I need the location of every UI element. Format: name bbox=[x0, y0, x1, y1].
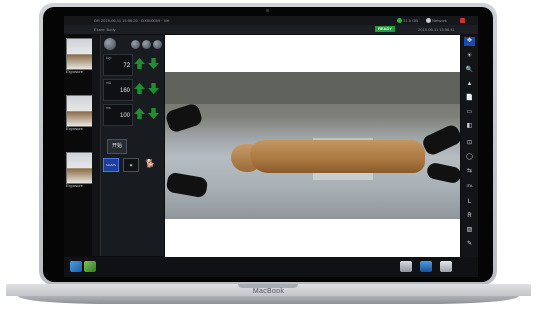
start-button[interactable]: 开始 bbox=[107, 139, 127, 154]
pen-tool-icon[interactable]: ✎ bbox=[464, 240, 475, 249]
kvp-up-arrow-icon[interactable] bbox=[134, 58, 145, 69]
network-indicator: Network bbox=[426, 16, 447, 25]
kvp-value: 72 bbox=[123, 63, 130, 69]
thumbnail-3-label: Exposure bbox=[66, 183, 83, 188]
kvp-label: kvp bbox=[106, 56, 112, 60]
dog-body bbox=[250, 140, 425, 173]
camera-image bbox=[164, 72, 464, 219]
mode-ma-ms-button[interactable]: MA/MS bbox=[103, 158, 119, 172]
hand-left-upper bbox=[164, 102, 204, 134]
ready-badge: READY bbox=[375, 26, 396, 32]
export-icon[interactable] bbox=[440, 261, 452, 272]
base-bottom bbox=[18, 296, 519, 304]
brand-label: MacBook bbox=[252, 288, 285, 295]
thumbnail-2-label: Exposure bbox=[66, 126, 83, 131]
thumbnail-list: Exposure Exposure Exposure bbox=[64, 35, 94, 256]
close-icon[interactable] bbox=[460, 18, 465, 23]
thumbnail-scrollbar[interactable] bbox=[92, 35, 101, 256]
option-button-2[interactable] bbox=[142, 40, 151, 49]
ma-up-arrow-icon[interactable] bbox=[134, 83, 145, 94]
tool-palette: ✥ ☀ 🔍 ▲ 📄 ▭ ◧ ⊡ ◯ ⇆ ITA L R ▧ ✎ bbox=[461, 35, 478, 257]
storage-icon bbox=[397, 18, 402, 24]
thumbnail-2[interactable] bbox=[66, 95, 94, 127]
ma-down-arrow-icon[interactable] bbox=[148, 83, 159, 94]
webcam bbox=[266, 9, 269, 12]
hand-left-lower bbox=[165, 171, 209, 199]
measure-tool-icon[interactable]: ▲ bbox=[464, 80, 475, 89]
flip-tool-icon[interactable]: ⇆ bbox=[464, 167, 475, 176]
hand-right-upper bbox=[420, 122, 464, 158]
move-tool-icon[interactable]: ✥ bbox=[464, 37, 475, 46]
ms-up-arrow-icon[interactable] bbox=[134, 108, 145, 119]
zoom-tool-icon[interactable]: 🔍 bbox=[464, 66, 475, 75]
ma-value: 160 bbox=[119, 88, 130, 94]
annotation-tool-icon[interactable]: ▧ bbox=[464, 226, 475, 235]
patient-list-icon[interactable] bbox=[70, 261, 82, 272]
exam-label: Exam: Body bbox=[94, 27, 116, 32]
study-icon[interactable] bbox=[84, 261, 96, 272]
brightness-tool-icon[interactable]: ☀ bbox=[464, 52, 475, 61]
storage-indicator: 31.5 GB bbox=[397, 16, 418, 25]
image-viewport[interactable] bbox=[164, 35, 464, 257]
ms-label: ms bbox=[106, 106, 111, 110]
network-icon bbox=[426, 18, 431, 24]
ms-down-arrow-icon[interactable] bbox=[148, 108, 159, 119]
ms-value: 100 bbox=[119, 113, 130, 119]
invert-tool-icon[interactable]: ◧ bbox=[464, 122, 475, 131]
option-button-1[interactable] bbox=[131, 40, 140, 49]
power-button[interactable] bbox=[104, 38, 116, 50]
thumbnail-1-label: Exposure bbox=[66, 69, 83, 74]
mode-frame-button[interactable]: ▣ bbox=[123, 158, 139, 172]
status-line-1: DR 2019-06-11 15:56:26 · DX000009 · Vet bbox=[94, 18, 170, 23]
ma-label: mA bbox=[106, 81, 112, 85]
dog-icon[interactable]: 🐕 bbox=[143, 158, 157, 170]
thumbnail-3[interactable] bbox=[66, 152, 94, 184]
bottom-toolbar bbox=[64, 257, 478, 277]
kvp-down-arrow-icon[interactable] bbox=[148, 58, 159, 69]
exam-bar: Exam: Body 2019-06-11 15:56:41 bbox=[64, 25, 478, 34]
ellipse-tool-icon[interactable]: ◯ bbox=[464, 153, 475, 162]
document-tool-icon[interactable]: 📄 bbox=[464, 94, 475, 103]
tta-tool-icon[interactable]: ITA bbox=[464, 181, 475, 190]
wall-region bbox=[165, 72, 460, 104]
ms-display: ms 100 bbox=[103, 104, 133, 126]
clock: 2019-06-11 15:56:41 bbox=[418, 27, 455, 32]
option-button-3[interactable] bbox=[153, 40, 162, 49]
kvp-display: kvp 72 bbox=[103, 54, 133, 76]
thumbnail-1[interactable] bbox=[66, 38, 94, 70]
app-screen: DR 2019-06-11 15:56:26 · DX000009 · Vet … bbox=[64, 16, 478, 277]
left-marker-icon[interactable]: L bbox=[464, 198, 475, 207]
window-tool-icon[interactable]: ▭ bbox=[464, 108, 475, 117]
print-icon[interactable] bbox=[400, 261, 412, 272]
ma-display: mA 160 bbox=[103, 79, 133, 101]
hand-right-lower bbox=[425, 161, 463, 185]
monitor-icon[interactable] bbox=[420, 261, 432, 272]
right-marker-icon[interactable]: R bbox=[464, 212, 475, 221]
exposure-panel: kvp 72 mA 160 ms 100 开始 MA/MS ▣ 🐕 bbox=[101, 35, 164, 256]
storage-text: 31.5 GB bbox=[403, 18, 418, 23]
status-bar: DR 2019-06-11 15:56:26 · DX000009 · Vet … bbox=[64, 16, 478, 25]
crop-tool-icon[interactable]: ⊡ bbox=[464, 139, 475, 148]
network-text: Network bbox=[432, 18, 447, 23]
